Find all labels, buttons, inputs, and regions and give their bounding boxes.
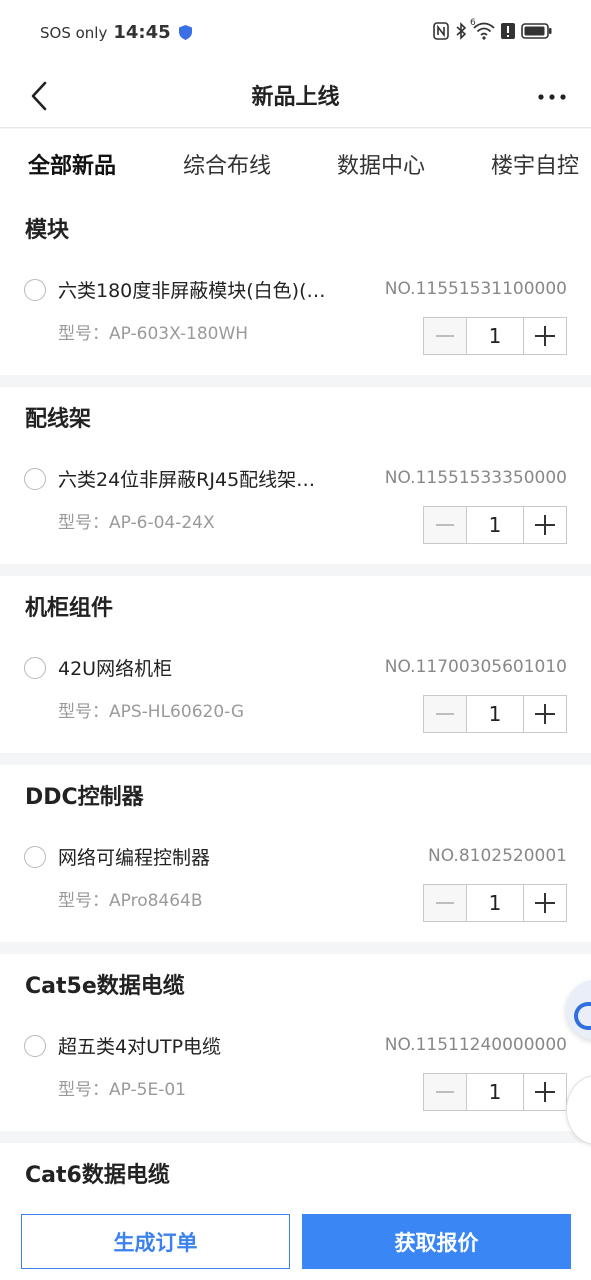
service-logo-icon [574, 1002, 591, 1030]
product-number: NO.8102520001 [428, 846, 567, 866]
carrier-text: SOS only [40, 23, 108, 42]
select-radio[interactable] [24, 468, 46, 490]
nfc-icon [433, 22, 449, 40]
tab-data-center[interactable]: 数据中心 [337, 148, 425, 180]
section-title: 配线架 [25, 407, 92, 432]
quantity-stepper: 1 [423, 884, 567, 922]
plus-icon [535, 515, 555, 535]
increment-button[interactable] [523, 695, 567, 733]
create-order-button[interactable]: 生成订单 [21, 1214, 290, 1269]
plus-icon [535, 704, 555, 724]
status-bar: SOS only 14:45 6 [0, 0, 591, 66]
quantity-stepper: 1 [423, 506, 567, 544]
product-name[interactable]: 42U网络机柜 [58, 654, 350, 681]
increment-button[interactable] [523, 506, 567, 544]
product-list: 模块 六类180度非屏蔽模块(白色)(… NO.11551531100000 型… [0, 198, 591, 1223]
section-module: 模块 六类180度非屏蔽模块(白色)(… NO.11551531100000 型… [0, 198, 591, 375]
screen: SOS only 14:45 6 新品上线 全部新品 综合布线 数据中心 楼宇自… [0, 0, 591, 1280]
decrement-button[interactable] [423, 695, 467, 733]
section-title: 模块 [25, 218, 70, 243]
status-left: SOS only 14:45 [40, 22, 192, 43]
decrement-button[interactable] [423, 506, 467, 544]
product-model: 型号：APro8464B [58, 891, 203, 911]
section-patch-panel: 配线架 六类24位非屏蔽RJ45配线架… NO.11551533350000 型… [0, 387, 591, 564]
decrement-button[interactable] [423, 884, 467, 922]
product-name[interactable]: 六类24位非屏蔽RJ45配线架… [58, 465, 350, 492]
tab-cabling[interactable]: 综合布线 [183, 148, 271, 180]
product-number: NO.11551531100000 [384, 279, 567, 299]
quantity-stepper: 1 [423, 317, 567, 355]
tab-all-new[interactable]: 全部新品 [28, 148, 116, 180]
minus-icon [436, 1091, 454, 1093]
increment-button[interactable] [523, 1073, 567, 1111]
quantity-stepper: 1 [423, 695, 567, 733]
product-name[interactable]: 六类180度非屏蔽模块(白色)(… [58, 276, 350, 303]
section-cabinet: 机柜组件 42U网络机柜 NO.11700305601010 型号：APS-HL… [0, 576, 591, 753]
section-cat5e-cable: Cat5e数据电缆 超五类4对UTP电缆 NO.11511240000000 型… [0, 954, 591, 1131]
bluetooth-icon [456, 22, 467, 40]
nav-bar: 新品上线 [0, 66, 591, 128]
status-right: 6 [433, 18, 553, 40]
quantity-value[interactable]: 1 [467, 317, 523, 355]
minus-icon [436, 713, 454, 715]
product-model: 型号：AP-603X-180WH [58, 324, 249, 344]
plus-icon [535, 1082, 555, 1102]
product-model: 型号：AP-5E-01 [58, 1080, 186, 1100]
quantity-value[interactable]: 1 [467, 506, 523, 544]
plus-icon [535, 893, 555, 913]
section-title: Cat6数据电缆 [25, 1163, 170, 1188]
increment-button[interactable] [523, 884, 567, 922]
quantity-stepper: 1 [423, 1073, 567, 1111]
more-button[interactable] [535, 80, 569, 114]
wifi-icon: 6 [470, 18, 495, 40]
product-name[interactable]: 超五类4对UTP电缆 [58, 1032, 350, 1059]
minus-icon [436, 335, 454, 337]
section-title: Cat5e数据电缆 [25, 974, 185, 999]
clock: 14:45 [113, 22, 171, 43]
product-number: NO.11511240000000 [384, 1035, 567, 1055]
product-model: 型号：APS-HL60620-G [58, 702, 245, 722]
select-radio[interactable] [24, 657, 46, 679]
page-title: 新品上线 [251, 85, 340, 110]
get-quote-button[interactable]: 获取报价 [302, 1214, 571, 1269]
tab-building-automation[interactable]: 楼宇自控 [491, 148, 579, 180]
bottom-action-bar: 生成订单 获取报价 [0, 1200, 591, 1280]
category-tabs: 全部新品 综合布线 数据中心 楼宇自控 [0, 129, 591, 198]
alert-icon [501, 23, 515, 39]
product-number: NO.11551533350000 [384, 468, 567, 488]
quantity-value[interactable]: 1 [467, 695, 523, 733]
quantity-value[interactable]: 1 [467, 884, 523, 922]
select-radio[interactable] [24, 279, 46, 301]
quantity-value[interactable]: 1 [467, 1073, 523, 1111]
wifi-badge: 6 [470, 18, 476, 28]
more-dots-icon [538, 94, 566, 100]
section-title: DDC控制器 [25, 785, 144, 810]
minus-icon [436, 524, 454, 526]
decrement-button[interactable] [423, 1073, 467, 1111]
product-model: 型号：AP-6-04-24X [58, 513, 215, 533]
plus-icon [535, 326, 555, 346]
battery-icon [521, 23, 552, 39]
select-radio[interactable] [24, 1035, 46, 1057]
section-ddc-controller: DDC控制器 网络可编程控制器 NO.8102520001 型号：APro846… [0, 765, 591, 942]
product-number: NO.11700305601010 [384, 657, 567, 677]
product-name[interactable]: 网络可编程控制器 [58, 843, 350, 870]
minus-icon [436, 902, 454, 904]
decrement-button[interactable] [423, 317, 467, 355]
select-radio[interactable] [24, 846, 46, 868]
section-title: 机柜组件 [25, 596, 114, 621]
increment-button[interactable] [523, 317, 567, 355]
shield-icon [178, 25, 192, 40]
